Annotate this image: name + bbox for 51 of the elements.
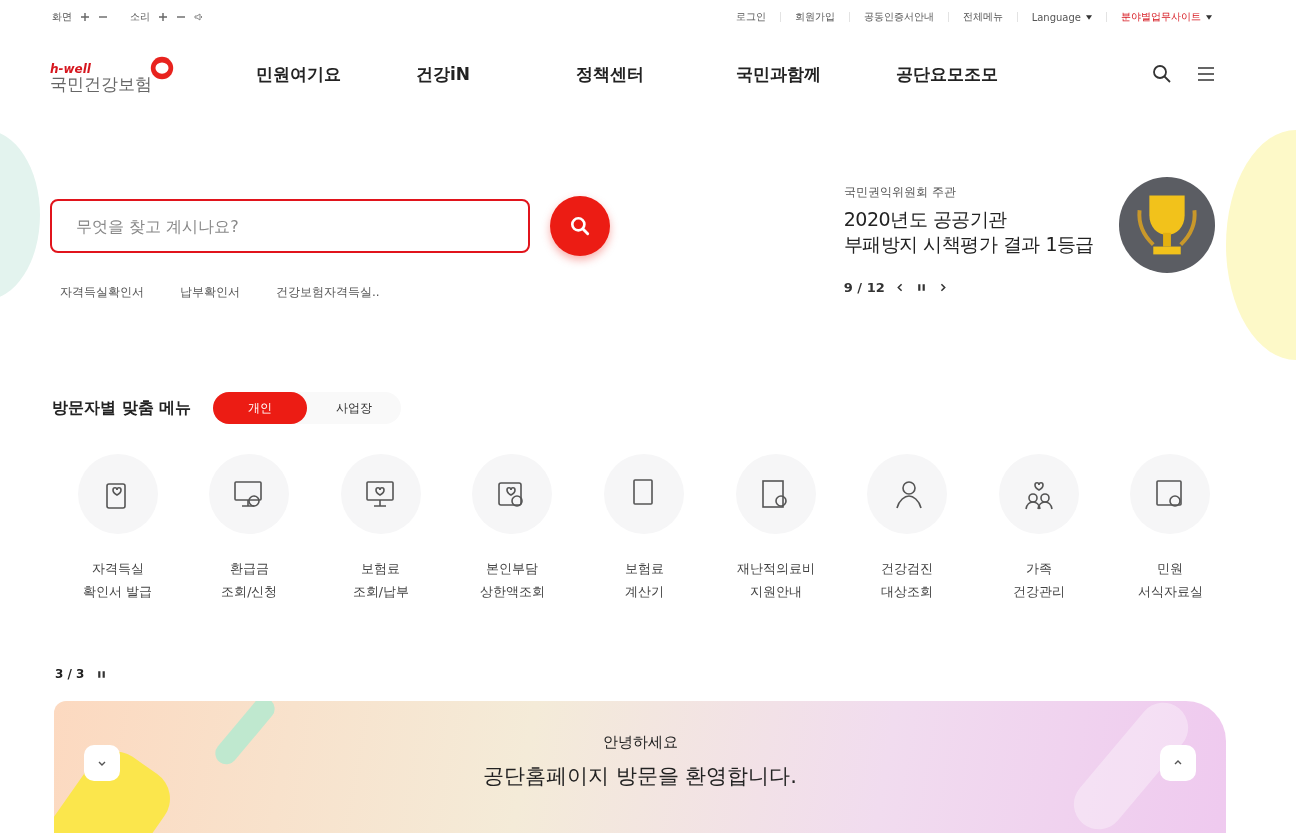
menu-item-label[interactable]: 가족 건강관리 (1012, 558, 1065, 603)
visitor-type-tab[interactable]: 사업장 (307, 392, 402, 424)
award-title: 2020년도 공공기관 부패방지 시책평가 결과 1등급 (843, 207, 1094, 257)
pause-icon[interactable] (915, 282, 927, 294)
banner-message: 공단홈페이지 방문을 환영합니다. (483, 763, 797, 790)
popular-search-link[interactable]: 자격득실확인서 (60, 284, 144, 301)
search-field[interactable]: 무엇을 찾고 계시나요? (50, 199, 530, 253)
menu-item-label[interactable]: 보험료 계산기 (624, 558, 664, 603)
menu-item-label[interactable]: 환급금 조회/신청 (221, 558, 278, 603)
section-title: 방문자별 맞춤 메뉴 (52, 397, 192, 419)
logo[interactable]: h-well 국민건강보험 (50, 54, 176, 94)
screen-size-label: 화면 (52, 10, 72, 24)
speaker-icon[interactable] (194, 12, 204, 22)
menu-item-label[interactable]: 민원 서식자료실 (1137, 558, 1203, 603)
slide-counter: 9 / 12 (843, 280, 885, 296)
search-icon[interactable] (1152, 64, 1172, 84)
top-link[interactable]: 로그인 (721, 10, 780, 24)
search-button[interactable] (550, 196, 610, 256)
top-link[interactable]: 회원가입 (780, 10, 849, 24)
visitor-type-tab[interactable]: 개인 (213, 392, 308, 424)
menu-item-label[interactable]: 본인부담 상한액조회 (479, 558, 545, 603)
popular-search-link[interactable]: 건강보험자격득실.. (276, 284, 380, 301)
menu-item-label[interactable]: 건강검진 대상조회 (881, 558, 934, 603)
pause-icon[interactable] (96, 668, 108, 680)
nav-menu-item[interactable]: 정책센터 (576, 62, 736, 86)
language-menu[interactable]: Language (1017, 11, 1106, 23)
plus-icon[interactable] (158, 12, 168, 22)
nav-menu-item[interactable]: 국민과함께 (736, 62, 896, 86)
nav-menu-item[interactable]: 건강iN (416, 62, 576, 86)
caret-icon (1086, 14, 1092, 20)
logo-tagline: h-well (50, 62, 92, 75)
caret-icon (1206, 14, 1212, 20)
menu-item-label[interactable]: 보험료 조회/납부 (352, 558, 409, 603)
trophy-icon (1118, 176, 1216, 274)
monitor-coin-icon[interactable] (209, 454, 290, 534)
plus-icon[interactable] (80, 12, 90, 22)
nav-menu-item[interactable]: 공단요모조모 (896, 62, 1056, 86)
nav-menu-item[interactable]: 민원여기요 (256, 62, 416, 86)
logo-name: 국민건강보험 (50, 74, 152, 94)
search-icon (569, 215, 591, 237)
menu-icon[interactable] (1196, 64, 1216, 84)
award-organizer: 국민권익위원회 주관 (843, 184, 957, 201)
menu-item-label[interactable]: 자격득실 확인서 발급 (83, 558, 153, 603)
menu-item-label[interactable]: 재난적의료비 지원안내 (736, 558, 815, 603)
top-link[interactable]: 공동인증서안내 (849, 10, 948, 24)
top-link[interactable]: 전체메뉴 (948, 10, 1017, 24)
family-site-menu[interactable]: 분야별업무사이트 (1107, 10, 1226, 24)
popular-search-link[interactable]: 납부확인서 (180, 284, 240, 301)
slide-counter: 3 / 3 (55, 667, 85, 681)
banner-greeting: 안녕하세요 (602, 733, 678, 752)
sound-label: 소리 (130, 10, 150, 24)
